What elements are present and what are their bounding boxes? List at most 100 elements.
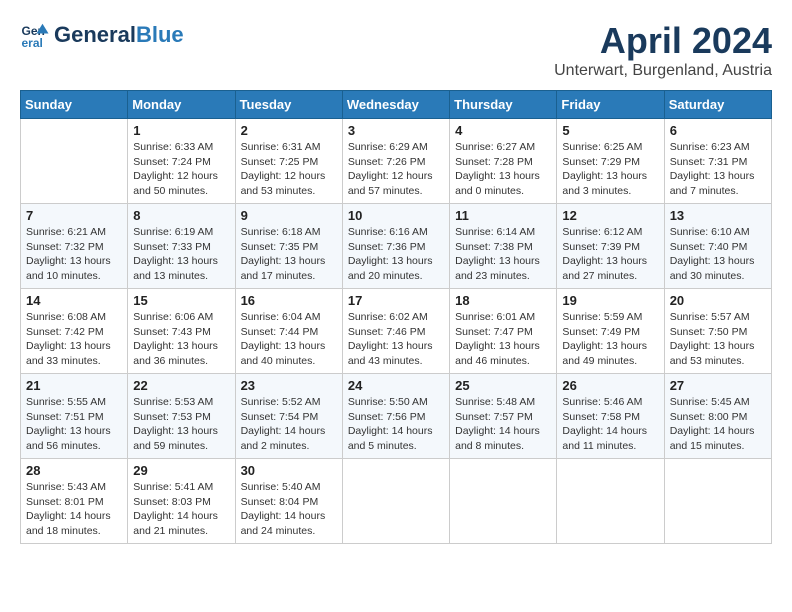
day-info: Sunrise: 5:43 AM Sunset: 8:01 PM Dayligh…	[26, 480, 122, 539]
day-number: 30	[241, 463, 337, 478]
day-number: 10	[348, 208, 444, 223]
logo-icon: Gen eral	[20, 20, 50, 50]
day-number: 5	[562, 123, 658, 138]
day-number: 15	[133, 293, 229, 308]
day-info: Sunrise: 5:41 AM Sunset: 8:03 PM Dayligh…	[133, 480, 229, 539]
day-info: Sunrise: 6:19 AM Sunset: 7:33 PM Dayligh…	[133, 225, 229, 284]
day-number: 21	[26, 378, 122, 393]
calendar-day-cell: 29 Sunrise: 5:41 AM Sunset: 8:03 PM Dayli…	[128, 459, 235, 544]
day-number: 28	[26, 463, 122, 478]
day-info: Sunrise: 6:18 AM Sunset: 7:35 PM Dayligh…	[241, 225, 337, 284]
day-info: Sunrise: 6:21 AM Sunset: 7:32 PM Dayligh…	[26, 225, 122, 284]
day-number: 7	[26, 208, 122, 223]
calendar-day-cell: 8 Sunrise: 6:19 AM Sunset: 7:33 PM Daylig…	[128, 204, 235, 289]
day-number: 14	[26, 293, 122, 308]
calendar-week-row: 28 Sunrise: 5:43 AM Sunset: 8:01 PM Dayli…	[21, 459, 772, 544]
calendar-day-cell: 17 Sunrise: 6:02 AM Sunset: 7:46 PM Dayli…	[342, 289, 449, 374]
page-header: Gen eral GeneralBlue April 2024 Unterwar…	[20, 20, 772, 80]
calendar-day-cell	[664, 459, 771, 544]
calendar-week-row: 21 Sunrise: 5:55 AM Sunset: 7:51 PM Dayli…	[21, 374, 772, 459]
calendar-day-cell: 23 Sunrise: 5:52 AM Sunset: 7:54 PM Dayli…	[235, 374, 342, 459]
day-number: 17	[348, 293, 444, 308]
day-info: Sunrise: 6:23 AM Sunset: 7:31 PM Dayligh…	[670, 140, 766, 199]
day-info: Sunrise: 6:33 AM Sunset: 7:24 PM Dayligh…	[133, 140, 229, 199]
weekday-header: Saturday	[664, 91, 771, 119]
day-info: Sunrise: 5:57 AM Sunset: 7:50 PM Dayligh…	[670, 310, 766, 369]
day-info: Sunrise: 6:31 AM Sunset: 7:25 PM Dayligh…	[241, 140, 337, 199]
calendar-day-cell: 20 Sunrise: 5:57 AM Sunset: 7:50 PM Dayli…	[664, 289, 771, 374]
day-info: Sunrise: 5:55 AM Sunset: 7:51 PM Dayligh…	[26, 395, 122, 454]
calendar-day-cell: 21 Sunrise: 5:55 AM Sunset: 7:51 PM Dayli…	[21, 374, 128, 459]
calendar-day-cell: 15 Sunrise: 6:06 AM Sunset: 7:43 PM Dayli…	[128, 289, 235, 374]
day-number: 22	[133, 378, 229, 393]
calendar-day-cell: 10 Sunrise: 6:16 AM Sunset: 7:36 PM Dayli…	[342, 204, 449, 289]
day-info: Sunrise: 5:46 AM Sunset: 7:58 PM Dayligh…	[562, 395, 658, 454]
calendar-day-cell: 30 Sunrise: 5:40 AM Sunset: 8:04 PM Dayli…	[235, 459, 342, 544]
calendar-day-cell: 4Sunrise: 6:27 AM Sunset: 7:28 PM Daylig…	[450, 119, 557, 204]
calendar-day-cell: 25Sunrise: 5:48 AM Sunset: 7:57 PM Dayli…	[450, 374, 557, 459]
weekday-header: Thursday	[450, 91, 557, 119]
calendar-week-row: 14 Sunrise: 6:08 AM Sunset: 7:42 PM Dayli…	[21, 289, 772, 374]
calendar-day-cell: 1 Sunrise: 6:33 AM Sunset: 7:24 PM Daylig…	[128, 119, 235, 204]
calendar-day-cell: 26 Sunrise: 5:46 AM Sunset: 7:58 PM Dayli…	[557, 374, 664, 459]
day-info: Sunrise: 6:25 AM Sunset: 7:29 PM Dayligh…	[562, 140, 658, 199]
calendar-day-cell: 24 Sunrise: 5:50 AM Sunset: 7:56 PM Dayli…	[342, 374, 449, 459]
day-info: Sunrise: 6:06 AM Sunset: 7:43 PM Dayligh…	[133, 310, 229, 369]
calendar-day-cell: 18 Sunrise: 6:01 AM Sunset: 7:47 PM Dayli…	[450, 289, 557, 374]
day-number: 20	[670, 293, 766, 308]
weekday-header: Monday	[128, 91, 235, 119]
calendar-week-row: 7 Sunrise: 6:21 AM Sunset: 7:32 PM Daylig…	[21, 204, 772, 289]
calendar-day-cell: 14 Sunrise: 6:08 AM Sunset: 7:42 PM Dayli…	[21, 289, 128, 374]
day-number: 26	[562, 378, 658, 393]
day-info: Sunrise: 6:14 AM Sunset: 7:38 PM Dayligh…	[455, 225, 551, 284]
day-number: 18	[455, 293, 551, 308]
day-info: Sunrise: 6:04 AM Sunset: 7:44 PM Dayligh…	[241, 310, 337, 369]
day-info: Sunrise: 5:59 AM Sunset: 7:49 PM Dayligh…	[562, 310, 658, 369]
calendar-day-cell: 19 Sunrise: 5:59 AM Sunset: 7:49 PM Dayli…	[557, 289, 664, 374]
day-number: 8	[133, 208, 229, 223]
calendar-day-cell: 2Sunrise: 6:31 AM Sunset: 7:25 PM Daylig…	[235, 119, 342, 204]
day-number: 23	[241, 378, 337, 393]
month-title: April 2024	[554, 20, 772, 62]
day-number: 1	[133, 123, 229, 138]
day-info: Sunrise: 5:45 AM Sunset: 8:00 PM Dayligh…	[670, 395, 766, 454]
day-info: Sunrise: 6:02 AM Sunset: 7:46 PM Dayligh…	[348, 310, 444, 369]
title-area: April 2024 Unterwart, Burgenland, Austri…	[554, 20, 772, 80]
weekday-header: Wednesday	[342, 91, 449, 119]
calendar-day-cell: 13Sunrise: 6:10 AM Sunset: 7:40 PM Dayli…	[664, 204, 771, 289]
calendar-day-cell: 7 Sunrise: 6:21 AM Sunset: 7:32 PM Daylig…	[21, 204, 128, 289]
location-subtitle: Unterwart, Burgenland, Austria	[554, 62, 772, 80]
day-number: 3	[348, 123, 444, 138]
day-info: Sunrise: 5:48 AM Sunset: 7:57 PM Dayligh…	[455, 395, 551, 454]
day-info: Sunrise: 6:08 AM Sunset: 7:42 PM Dayligh…	[26, 310, 122, 369]
day-number: 27	[670, 378, 766, 393]
calendar-day-cell: 28 Sunrise: 5:43 AM Sunset: 8:01 PM Dayli…	[21, 459, 128, 544]
day-info: Sunrise: 6:27 AM Sunset: 7:28 PM Dayligh…	[455, 140, 551, 199]
day-number: 29	[133, 463, 229, 478]
day-number: 12	[562, 208, 658, 223]
day-info: Sunrise: 6:16 AM Sunset: 7:36 PM Dayligh…	[348, 225, 444, 284]
calendar-week-row: 1 Sunrise: 6:33 AM Sunset: 7:24 PM Daylig…	[21, 119, 772, 204]
day-info: Sunrise: 6:10 AM Sunset: 7:40 PM Dayligh…	[670, 225, 766, 284]
calendar-day-cell: 6Sunrise: 6:23 AM Sunset: 7:31 PM Daylig…	[664, 119, 771, 204]
calendar-table: SundayMondayTuesdayWednesdayThursdayFrid…	[20, 90, 772, 544]
calendar-day-cell: 3Sunrise: 6:29 AM Sunset: 7:26 PM Daylig…	[342, 119, 449, 204]
calendar-day-cell: 12 Sunrise: 6:12 AM Sunset: 7:39 PM Dayli…	[557, 204, 664, 289]
calendar-day-cell: 22Sunrise: 5:53 AM Sunset: 7:53 PM Dayli…	[128, 374, 235, 459]
day-number: 11	[455, 208, 551, 223]
day-number: 9	[241, 208, 337, 223]
day-info: Sunrise: 5:50 AM Sunset: 7:56 PM Dayligh…	[348, 395, 444, 454]
day-info: Sunrise: 6:01 AM Sunset: 7:47 PM Dayligh…	[455, 310, 551, 369]
day-info: Sunrise: 6:12 AM Sunset: 7:39 PM Dayligh…	[562, 225, 658, 284]
weekday-header: Friday	[557, 91, 664, 119]
calendar-day-cell	[21, 119, 128, 204]
logo: Gen eral GeneralBlue	[20, 20, 184, 50]
calendar-day-cell: 9 Sunrise: 6:18 AM Sunset: 7:35 PM Daylig…	[235, 204, 342, 289]
day-info: Sunrise: 5:52 AM Sunset: 7:54 PM Dayligh…	[241, 395, 337, 454]
day-info: Sunrise: 5:40 AM Sunset: 8:04 PM Dayligh…	[241, 480, 337, 539]
day-number: 19	[562, 293, 658, 308]
day-number: 24	[348, 378, 444, 393]
day-number: 16	[241, 293, 337, 308]
calendar-day-cell	[557, 459, 664, 544]
calendar-day-cell: 27 Sunrise: 5:45 AM Sunset: 8:00 PM Dayli…	[664, 374, 771, 459]
